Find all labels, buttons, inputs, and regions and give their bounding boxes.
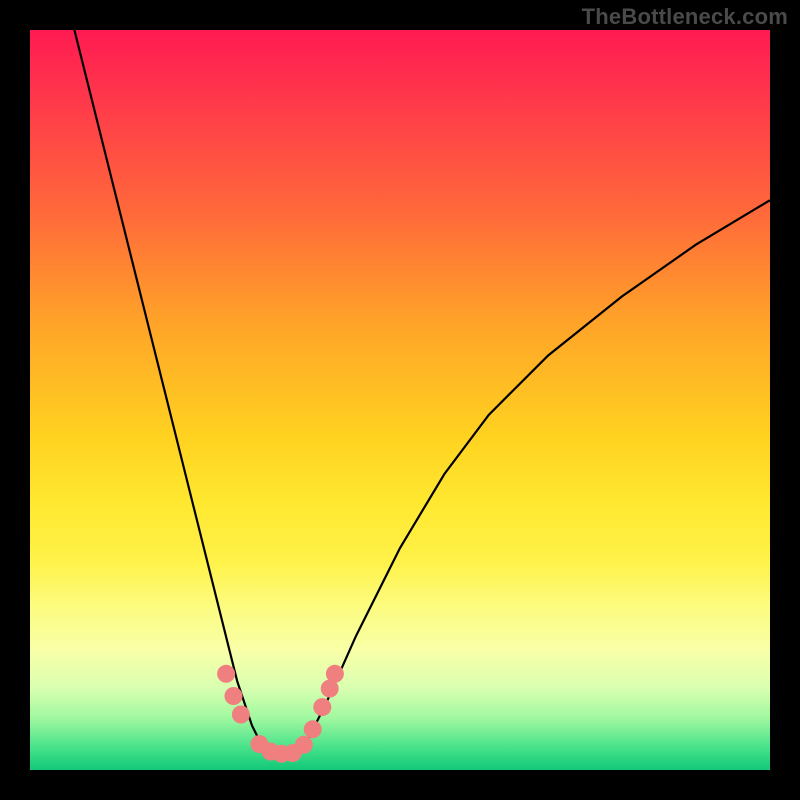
- plot-area: [30, 30, 770, 770]
- data-marker: [217, 665, 235, 683]
- data-marker: [326, 665, 344, 683]
- data-marker: [232, 706, 250, 724]
- data-marker: [295, 736, 313, 754]
- bottleneck-curve: [74, 30, 770, 755]
- data-marker: [313, 698, 331, 716]
- chart-frame: TheBottleneck.com: [0, 0, 800, 800]
- watermark-text: TheBottleneck.com: [582, 4, 788, 30]
- data-marker: [304, 720, 322, 738]
- curve-layer: [30, 30, 770, 770]
- data-marker: [225, 687, 243, 705]
